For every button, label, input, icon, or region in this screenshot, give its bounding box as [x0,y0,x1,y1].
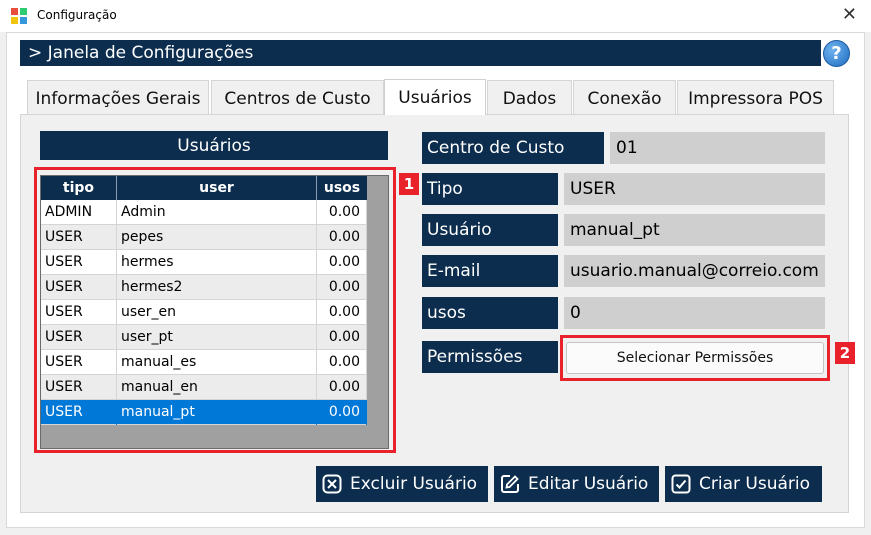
edit-user-button[interactable]: Editar Usuário [494,466,659,502]
callout-marker-2: 2 [835,342,855,364]
create-user-button[interactable]: Criar Usuário [665,466,822,502]
edit-pencil-icon [501,475,519,493]
permissoes-label: Permissões [422,341,558,373]
delete-x-icon [322,474,342,494]
page-title: > Janela de Configurações [20,40,821,66]
usuario-label: Usuário [422,214,558,246]
close-icon[interactable]: ✕ [842,4,857,25]
check-icon [671,474,691,494]
tab-conexao[interactable]: Conexão [573,80,676,114]
delete-user-button[interactable]: Excluir Usuário [316,466,488,502]
edit-user-label: Editar Usuário [528,474,649,494]
tipo-value: USER [564,173,825,205]
tab-informacoes-gerais[interactable]: Informações Gerais [27,80,209,114]
callout-marker-1: 1 [399,173,419,195]
help-icon[interactable]: ? [823,40,850,67]
delete-user-label: Excluir Usuário [350,474,478,494]
app-logo-icon [11,8,27,24]
tab-impressora-pos[interactable]: Impressora POS [677,80,834,114]
users-list-title: Usuários [40,131,388,160]
usos-value: 0 [564,297,825,329]
window-titlebar: Configuração ✕ [0,0,871,32]
create-user-label: Criar Usuário [699,474,810,494]
window-title: Configuração [37,8,117,22]
callout-box-1 [34,167,396,453]
email-label: E-mail [422,255,558,287]
centro-de-custo-value: 01 [610,132,825,164]
usos-label: usos [422,297,558,329]
tab-dados[interactable]: Dados [487,80,572,114]
tab-usuarios[interactable]: Usuários [384,79,486,115]
usuario-value: manual_pt [564,214,825,246]
email-value: usuario.manual@correio.com [564,255,825,287]
centro-de-custo-label: Centro de Custo [422,132,604,164]
callout-box-2 [560,335,830,381]
tab-centros-de-custo[interactable]: Centros de Custo [211,80,384,114]
tipo-label: Tipo [422,173,558,205]
